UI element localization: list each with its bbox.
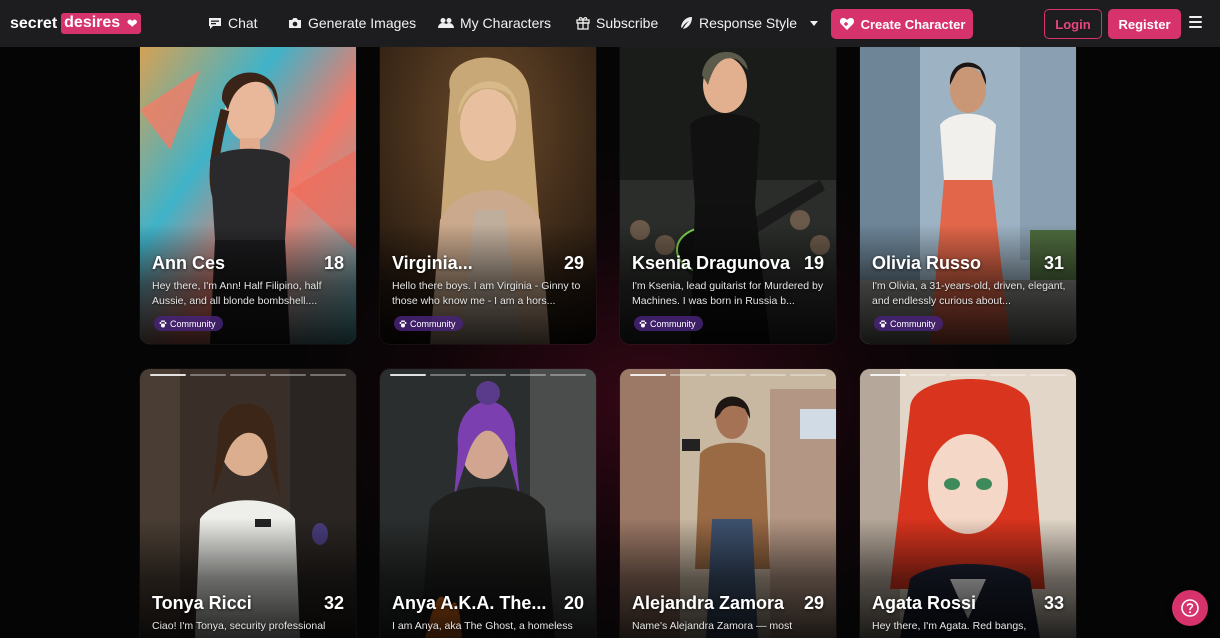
character-name: Agata Rossi <box>872 593 977 613</box>
character-card[interactable]: Tonya Ricci 32 Ciao! I'm Tonya, security… <box>140 369 356 638</box>
login-button[interactable]: Login <box>1044 9 1102 39</box>
nav-chat-label: Chat <box>228 15 258 31</box>
paw-icon <box>879 319 887 327</box>
character-description: Name's Alejandra Zamora — most <box>632 620 793 632</box>
character-name: Olivia Russo <box>872 253 982 273</box>
nav-my-characters[interactable]: My Characters <box>438 15 551 31</box>
caret-down-icon <box>810 21 819 26</box>
nav-response-style-label: Response Style <box>699 15 798 31</box>
chat-icon <box>209 17 221 29</box>
users-icon <box>438 18 454 28</box>
community-badge-label: Community <box>170 318 216 329</box>
character-age: 18 <box>323 253 344 273</box>
community-badge[interactable]: Community <box>394 316 463 331</box>
character-age: 29 <box>803 593 824 613</box>
community-badge-label: Community <box>410 318 456 329</box>
character-description: Hello there boys. I am Virginia - Ginny … <box>392 280 581 307</box>
character-age: 33 <box>1043 593 1064 613</box>
community-badge[interactable]: Community <box>154 316 223 331</box>
character-name: Alejandra Zamora <box>632 593 785 613</box>
character-description: Hey there, I'm Agata. Red bangs, <box>872 620 1027 632</box>
register-button[interactable]: Register <box>1108 9 1181 39</box>
character-name: Tonya Ricci <box>152 593 252 613</box>
paw-icon <box>639 319 647 327</box>
community-badge[interactable]: Community <box>634 316 703 331</box>
paw-icon <box>399 319 407 327</box>
character-card[interactable]: Ksenia Dragunova 19 I'm Ksenia, lead gui… <box>620 30 836 344</box>
character-name: Virginia... <box>392 253 473 273</box>
community-badge-label: Community <box>890 318 936 329</box>
top-navbar: secret desires ❤ Chat Generate Images My… <box>0 0 1220 47</box>
character-age: 29 <box>563 253 584 273</box>
brand-word-secret: secret <box>10 14 58 32</box>
brand-logo[interactable]: secret desires ❤ <box>10 13 142 34</box>
create-character-button[interactable]: Create Character <box>831 9 973 39</box>
nav-response-style[interactable]: Response Style <box>679 15 819 31</box>
character-card[interactable]: Anya A.K.A. The... 20 I am Anya, aka The… <box>380 369 596 638</box>
character-card[interactable]: Alejandra Zamora 29 Name's Alejandra Zam… <box>620 369 836 638</box>
paw-icon <box>159 319 167 327</box>
menu-hamburger-icon[interactable] <box>1189 16 1202 29</box>
character-age: 19 <box>803 253 824 273</box>
nav-subscribe[interactable]: Subscribe <box>576 15 658 31</box>
image-carousel-indicator <box>390 374 586 376</box>
question-circle-icon <box>1181 599 1199 617</box>
character-card[interactable]: Olivia Russo 31 I'm Olivia, a 31-years-o… <box>860 30 1076 344</box>
character-card[interactable]: Agata Rossi 33 Hey there, I'm Agata. Red… <box>860 369 1076 638</box>
camera-icon <box>289 18 301 28</box>
gift-icon <box>576 17 590 30</box>
community-badge[interactable]: Community <box>874 316 943 331</box>
character-card[interactable]: Ann Ces 18 Hey there, I'm Ann! Half Fili… <box>140 30 356 344</box>
help-button[interactable] <box>1172 590 1208 626</box>
nav-my-characters-label: My Characters <box>460 15 552 31</box>
nav-subscribe-label: Subscribe <box>596 15 659 31</box>
character-name: Anya A.K.A. The... <box>392 593 547 613</box>
character-description: I am Anya, aka The Ghost, a homeless <box>392 620 573 632</box>
create-character-label: Create Character <box>860 16 966 32</box>
character-description: I'm Olivia, a 31-years-old, driven, eleg… <box>872 280 1066 307</box>
character-description: I'm Ksenia, lead guitarist for Murdered … <box>632 280 824 307</box>
nav-generate-images-label: Generate Images <box>308 15 417 31</box>
character-name: Ann Ces <box>152 253 226 273</box>
image-carousel-indicator <box>630 374 826 376</box>
nav-chat[interactable]: Chat <box>208 15 258 31</box>
heart-icon: ❤ <box>123 13 142 34</box>
image-carousel-indicator <box>150 374 346 376</box>
character-age: 20 <box>563 593 584 613</box>
character-age: 31 <box>1043 253 1064 273</box>
character-card[interactable]: Virginia... 29 Hello there boys. I am Vi… <box>380 30 596 344</box>
character-description: Hey there, I'm Ann! Half Filipino, half … <box>152 280 322 307</box>
character-name: Ksenia Dragunova <box>632 253 791 273</box>
feather-icon <box>681 17 692 29</box>
community-badge-label: Community <box>650 318 696 329</box>
brand-word-desires: desires <box>61 13 124 34</box>
character-age: 32 <box>323 593 344 613</box>
nav-generate-images[interactable]: Generate Images <box>288 15 416 31</box>
image-carousel-indicator <box>870 374 1066 376</box>
heart-plus-icon <box>839 18 854 30</box>
character-description: Ciao! I'm Tonya, security professional <box>152 620 326 632</box>
